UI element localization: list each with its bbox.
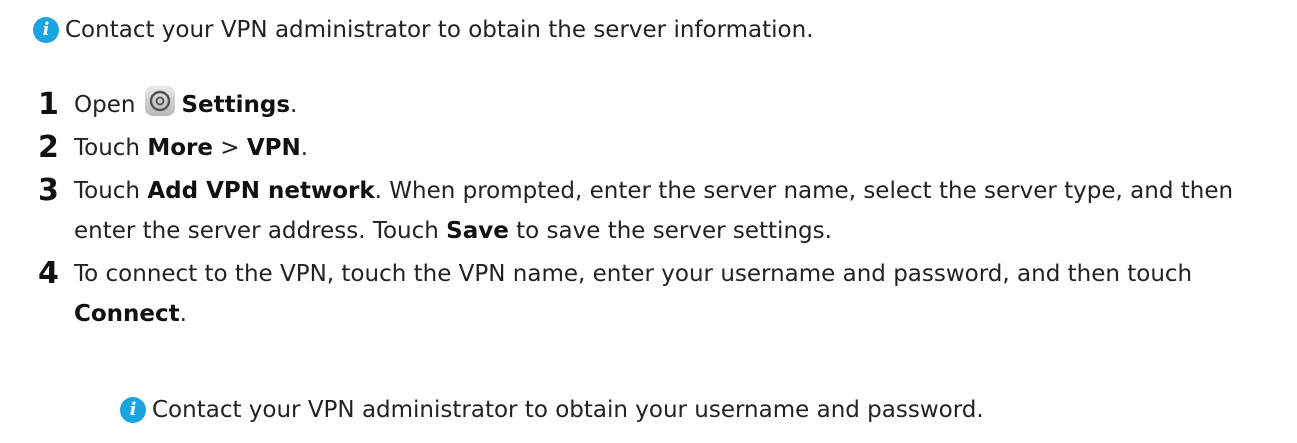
- save-link[interactable]: Save: [446, 218, 509, 244]
- note-text: Contact your VPN administrator to obtain…: [152, 397, 984, 423]
- more-link[interactable]: More: [147, 135, 213, 161]
- info-icon: i: [120, 397, 146, 423]
- step-number: 3: [38, 173, 59, 208]
- step-suffix: .: [179, 301, 187, 327]
- step-text: Touch Add VPN network. When prompted, en…: [74, 171, 1278, 251]
- settings-link[interactable]: Settings: [181, 92, 290, 118]
- note-text: Contact your VPN administrator to obtain…: [65, 17, 814, 43]
- connect-link[interactable]: Connect: [74, 301, 180, 327]
- info-icon: i: [33, 17, 59, 43]
- step-suffix: to save the server settings.: [508, 218, 832, 244]
- step-suffix: .: [300, 135, 309, 161]
- settings-icon: [145, 86, 176, 116]
- step-prefix: Touch: [74, 135, 148, 161]
- vpn-link[interactable]: VPN: [247, 135, 301, 161]
- step-text: Touch More > VPN.: [74, 128, 1278, 168]
- step-number: 2: [38, 130, 59, 165]
- step-text: Open Settings.: [74, 85, 1278, 125]
- step-2: 2 Touch More > VPN.: [38, 128, 1278, 168]
- step-prefix: To connect to the VPN, touch the VPN nam…: [74, 261, 1193, 287]
- steps-list: 1 Open Settings. 2 Touch More > VPN. 3 To…: [38, 85, 1278, 337]
- step-3: 3 Touch Add VPN network. When prompted, …: [38, 171, 1278, 251]
- add-vpn-network-link[interactable]: Add VPN network: [147, 178, 374, 204]
- step-1: 1 Open Settings.: [38, 85, 1278, 125]
- step-4: 4 To connect to the VPN, touch the VPN n…: [38, 254, 1278, 334]
- step-prefix: Open: [74, 92, 136, 118]
- step-number: 1: [38, 87, 59, 122]
- step-text: To connect to the VPN, touch the VPN nam…: [74, 254, 1278, 334]
- note-server-info: i Contact your VPN administrator to obta…: [33, 10, 814, 50]
- step-separator: >: [212, 135, 247, 161]
- note-credentials: i Contact your VPN administrator to obta…: [120, 390, 984, 430]
- step-suffix: .: [290, 92, 298, 118]
- step-number: 4: [38, 256, 59, 291]
- step-prefix: Touch: [74, 178, 148, 204]
